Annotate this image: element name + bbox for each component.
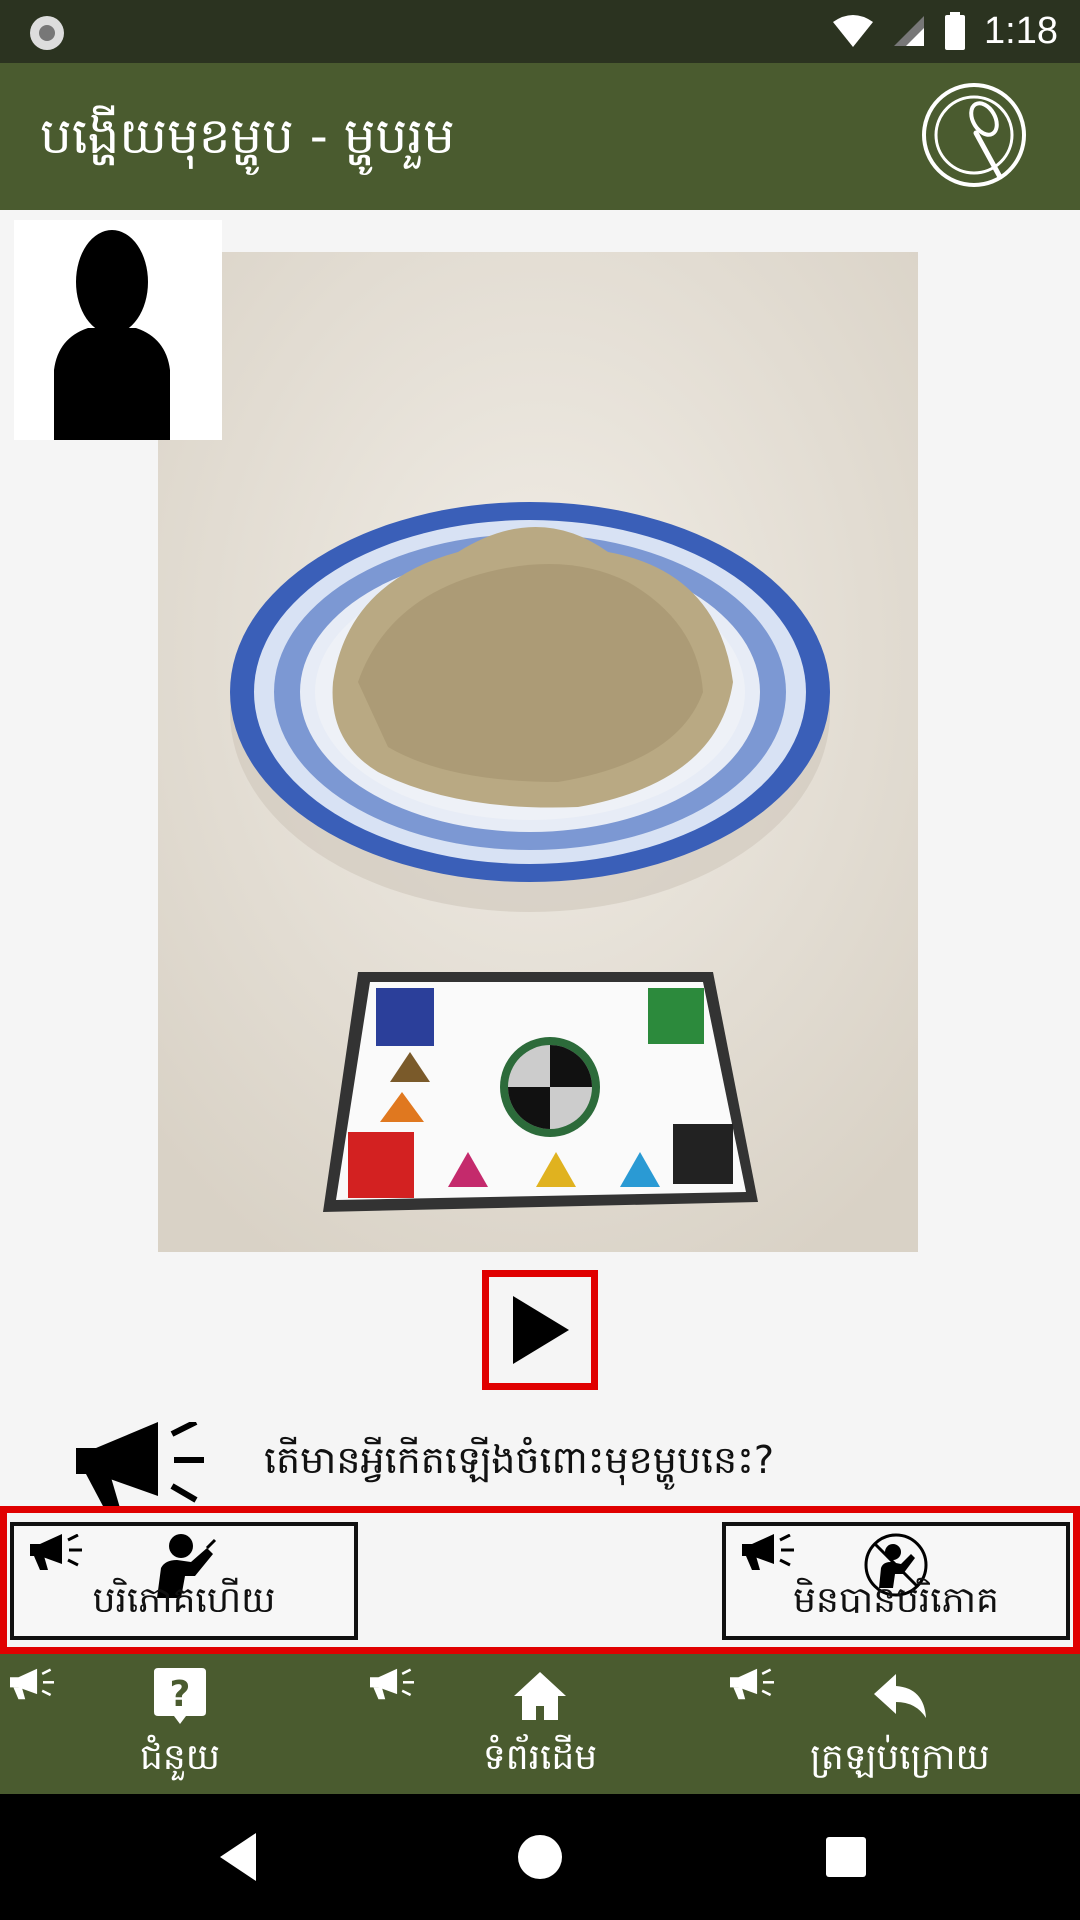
status-time: 1:18 <box>984 9 1058 52</box>
wifi-icon <box>833 15 874 47</box>
system-back-icon[interactable] <box>210 1827 270 1887</box>
system-recents-icon[interactable] <box>816 1827 876 1887</box>
megaphone-icon[interactable] <box>76 1422 206 1508</box>
plate-spoon-icon[interactable] <box>920 81 1028 189</box>
not-eaten-label: មិនបានបរិភោគ <box>793 1580 999 1621</box>
system-nav-bar <box>0 1794 1080 1920</box>
page-title: បង្ហើយមុខម្ហូប - ម្ហូបរួម <box>40 107 455 165</box>
avatar <box>14 220 222 440</box>
megaphone-icon[interactable] <box>742 1534 794 1570</box>
app-bar: បង្ហើយមុខម្ហូប - ម្ហូបរួម <box>0 63 1080 210</box>
status-icons: 1:18 <box>832 8 1058 54</box>
help-icon: ? <box>154 1668 206 1724</box>
signal-icon <box>894 16 925 46</box>
question-row: តើមានអ្វីកើតឡើងចំពោះមុខម្ហូបនេះ? <box>0 1416 1080 1516</box>
home-icon <box>514 1672 566 1720</box>
nav-back-label: ត្រឡប់ក្រោយ <box>810 1737 990 1778</box>
nav-help[interactable]: ? ជំនួយ <box>0 1654 360 1794</box>
system-home-icon[interactable] <box>510 1827 570 1887</box>
megaphone-icon[interactable] <box>370 1668 414 1700</box>
megaphone-icon[interactable] <box>10 1668 54 1700</box>
eaten-button[interactable]: បរិភោគហើយ <box>10 1522 358 1640</box>
nav-back[interactable]: ត្រឡប់ក្រោយ <box>720 1654 1080 1794</box>
megaphone-icon[interactable] <box>30 1534 82 1570</box>
answer-area: បរិភោគហើយ មិនបានបរិភោគ <box>0 1506 1080 1654</box>
food-photo <box>158 252 918 1252</box>
nav-home[interactable]: ទំព័រដើម <box>360 1654 720 1794</box>
svg-text:?: ? <box>170 1674 191 1715</box>
question-text: តើមានអ្វីកើតឡើងចំពោះមុខម្ហូបនេះ? <box>264 1438 775 1482</box>
record-icon <box>30 16 64 50</box>
not-eaten-button[interactable]: មិនបានបរិភោគ <box>722 1522 1070 1640</box>
back-arrow-icon <box>874 1674 926 1718</box>
eaten-label: បរិភោគហើយ <box>92 1580 276 1621</box>
play-button[interactable] <box>482 1270 598 1390</box>
megaphone-icon[interactable] <box>730 1668 774 1700</box>
nav-home-label: ទំព័រដើម <box>482 1737 598 1778</box>
nav-help-label: ជំនួយ <box>140 1737 220 1778</box>
bottom-nav: ? ជំនួយ ទំព័រដើម ត្រឡប់ក្រោយ <box>0 1654 1080 1794</box>
battery-icon <box>945 12 966 50</box>
status-bar: 1:18 <box>0 0 1080 63</box>
play-icon <box>513 1296 569 1364</box>
